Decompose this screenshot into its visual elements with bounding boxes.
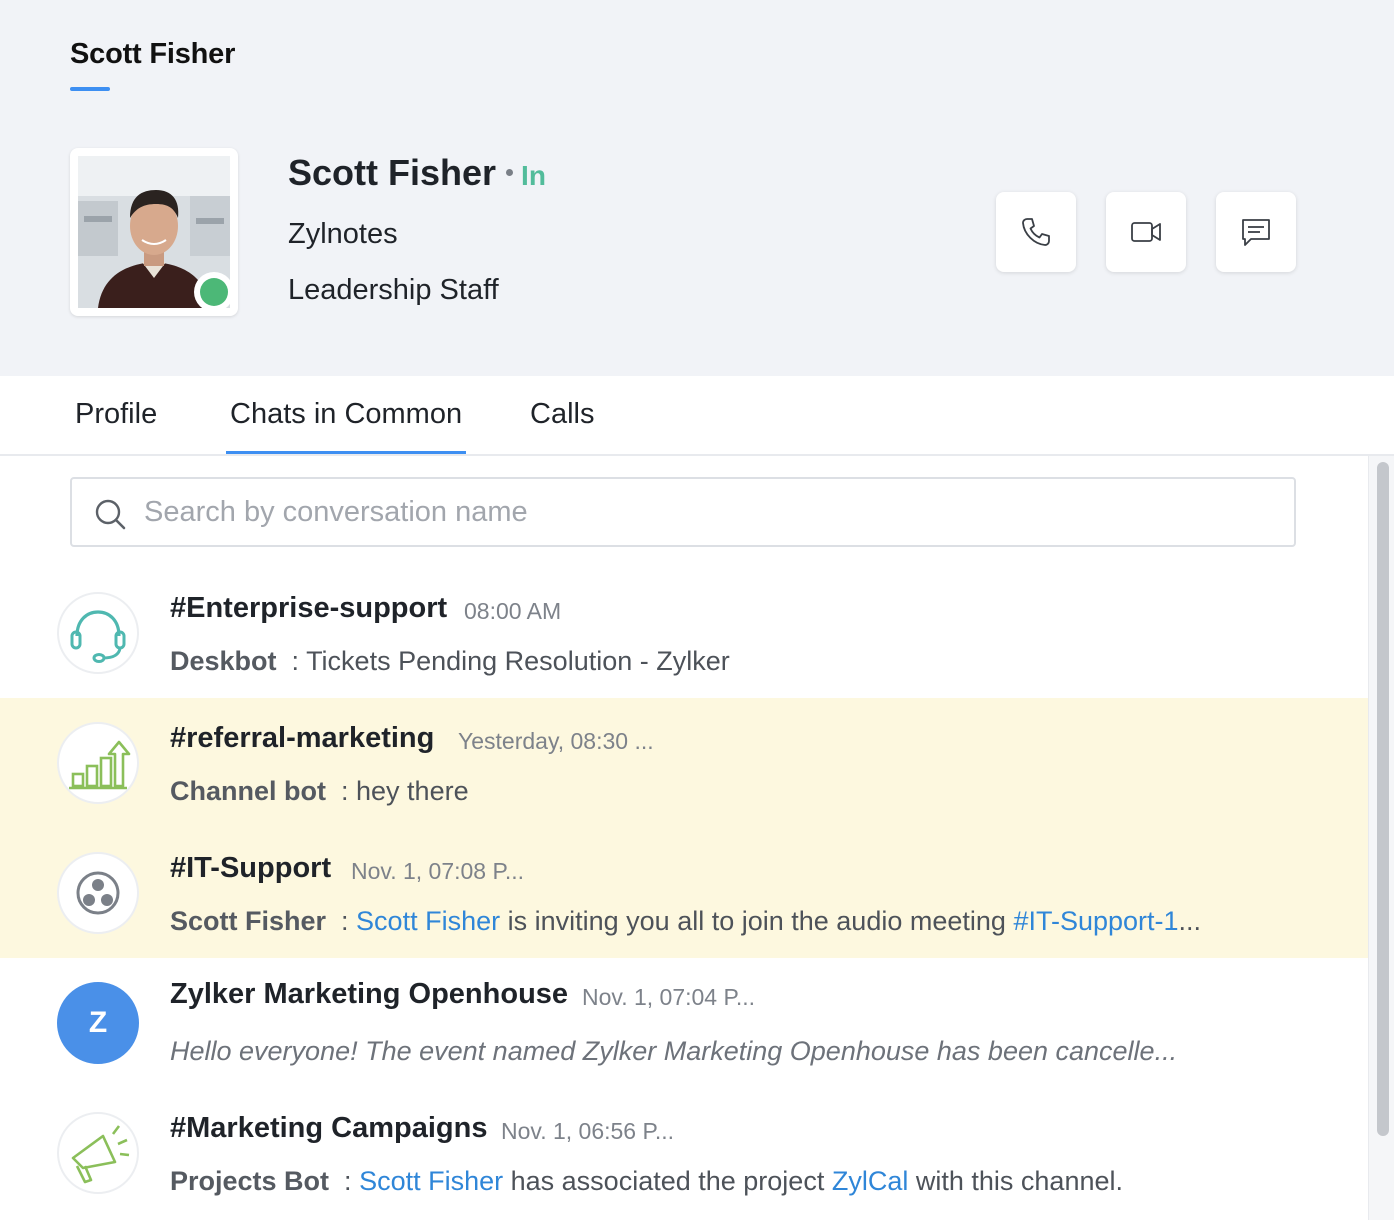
channel-link[interactable]: #IT-Support-1 [1013,906,1178,936]
presence-indicator [194,272,234,312]
chat-icon [1242,219,1270,246]
active-tab-indicator [226,451,466,454]
profile-name-line: Scott Fisher In [288,152,546,194]
channel-avatar [57,592,139,674]
message-tail: with this channel. [915,1166,1123,1196]
message-text: Tickets Pending Resolution - Zylker [306,646,730,676]
message-text: has associated the project [510,1166,825,1196]
phone-icon [1022,218,1050,246]
header-title-tab[interactable]: Scott Fisher [70,38,235,71]
message-sender: Deskbot [170,646,277,676]
growth-chart-icon [69,740,131,790]
profile-tabs: Profile Chats in Common Calls [0,376,1394,456]
chat-timestamp: Nov. 1, 07:04 P... [582,984,756,1010]
video-icon [1131,222,1161,242]
message-text: is inviting you all to join the audio me… [507,906,1006,936]
chat-timestamp: 08:00 AM [464,598,562,624]
search-input[interactable] [144,489,1274,535]
mention-link[interactable]: Scott Fisher [356,906,500,936]
profile-name: Scott Fisher [288,152,497,193]
chat-row-enterprise-support[interactable]: #Enterprise-support 08:00 AM Deskbot : T… [0,568,1368,698]
scrollbar-thumb[interactable] [1377,462,1389,1136]
chat-last-message: Channel bot : hey there [170,776,469,806]
profile-organization: Zylnotes [288,218,398,250]
chat-last-message: Hello everyone! The event named Zylker M… [170,1036,1178,1066]
channel-avatar [57,1112,139,1194]
message-text: hey there [356,776,469,806]
status-separator [506,168,514,176]
chat-title: #referral-marketing [170,722,435,754]
group-icon [76,871,120,915]
tab-chats-in-common[interactable]: Chats in Common [230,398,462,431]
message-sender: Scott Fisher [170,906,327,936]
mention-link[interactable]: Scott Fisher [359,1166,503,1196]
tab-profile[interactable]: Profile [75,398,157,431]
status-badge: In [521,160,546,191]
chat-last-message: Scott Fisher : Scott Fisher is inviting … [170,906,1202,936]
scrollbar[interactable] [1368,456,1394,1220]
channel-avatar [57,722,139,804]
chat-title: #Enterprise-support [170,592,448,624]
chat-row-zylker-marketing-openhouse[interactable]: Z Zylker Marketing Openhouse Nov. 1, 07:… [0,958,1368,1088]
megaphone-icon [71,1125,130,1184]
search-box[interactable] [70,477,1296,547]
chat-row-marketing-campaigns[interactable]: #Marketing Campaigns Nov. 1, 06:56 P... … [0,1088,1368,1218]
channel-avatar [57,852,139,934]
call-button[interactable] [996,192,1076,272]
letter-avatar: Z [57,982,139,1064]
chat-timestamp: Nov. 1, 07:08 P... [351,858,525,884]
tab-calls[interactable]: Calls [530,398,594,431]
message-sender: Channel bot [170,776,326,806]
search-icon [95,499,126,530]
profile-header: Scott Fisher Scott Fisher In Zylnotes Le… [0,0,1394,376]
chat-title: #Marketing Campaigns [170,1112,488,1144]
header-tab-indicator [70,87,110,91]
chat-last-message: Projects Bot : Scott Fisher has associat… [170,1166,1123,1196]
message-button[interactable] [1216,192,1296,272]
profile-role: Leadership Staff [288,274,499,306]
chat-last-message: Deskbot : Tickets Pending Resolution - Z… [170,646,730,676]
project-link[interactable]: ZylCal [832,1166,909,1196]
message-ellipsis: ... [1178,906,1202,936]
avatar[interactable] [70,148,238,316]
online-status-dot [200,278,228,306]
chat-title: #IT-Support [170,852,332,884]
chat-timestamp: Nov. 1, 06:56 P... [501,1118,675,1144]
video-call-button[interactable] [1106,192,1186,272]
chat-row-referral-marketing[interactable]: #referral-marketing Yesterday, 08:30 ...… [0,698,1368,828]
chat-row-it-support[interactable]: #IT-Support Nov. 1, 07:08 P... Scott Fis… [0,828,1368,958]
chat-title: Zylker Marketing Openhouse [170,978,569,1010]
message-sender: Projects Bot [170,1166,330,1196]
chat-timestamp: Yesterday, 08:30 ... [458,728,654,754]
headset-icon [70,610,126,663]
